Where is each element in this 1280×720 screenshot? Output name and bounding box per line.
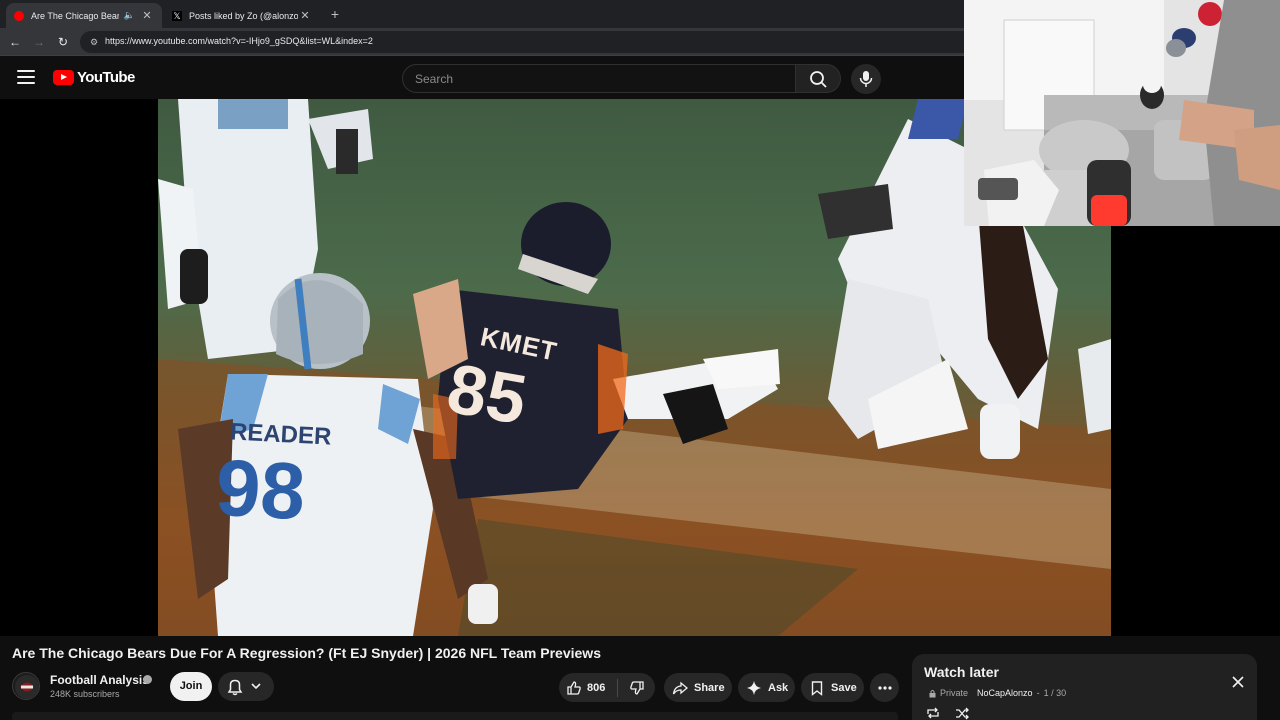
more-horizontal-icon (877, 685, 892, 690)
webcam-overlay (964, 0, 1280, 226)
youtube-header: YouTube Search (0, 57, 964, 99)
logo-text: YouTube (77, 69, 135, 86)
ask-button[interactable]: Ask (738, 673, 795, 702)
thumbs-down-icon (629, 680, 644, 695)
dislike-button[interactable] (618, 680, 655, 696)
watch-later-panel: Watch later Private NoCapAlonzo - 1 / 30 (912, 654, 1257, 720)
menu-icon[interactable] (17, 70, 35, 84)
privacy-label: Private (940, 688, 969, 698)
description-panel-edge[interactable] (12, 712, 898, 720)
youtube-logo[interactable]: YouTube (53, 69, 135, 86)
loop-icon[interactable] (926, 706, 940, 720)
join-button[interactable]: Join (170, 672, 212, 701)
thumbs-up-icon (567, 680, 581, 695)
bookmark-icon (811, 680, 823, 696)
youtube-favicon-icon (14, 10, 24, 21)
like-dislike-group: 806 (559, 673, 655, 702)
site-info-icon[interactable]: ⚙ (88, 36, 100, 48)
jersey-number-98: 98 (213, 442, 308, 537)
video-title: Are The Chicago Bears Due For A Regressi… (12, 645, 601, 661)
playlist-title[interactable]: Watch later (924, 664, 999, 680)
search-icon (810, 71, 827, 88)
ask-label: Ask (768, 681, 789, 694)
shuffle-icon[interactable] (955, 706, 969, 720)
close-tab-icon[interactable]: ✕ (298, 9, 312, 22)
save-label: Save (831, 681, 857, 694)
notification-bell-button[interactable] (218, 672, 274, 701)
microphone-icon (859, 71, 873, 87)
playlist-position: 1 / 30 (1043, 688, 1067, 698)
voice-search-button[interactable] (851, 64, 881, 94)
search-placeholder: Search (415, 72, 454, 86)
subscriber-count: 248K subscribers (50, 689, 120, 699)
share-label: Share (694, 681, 725, 694)
x-favicon-icon: 𝕏 (172, 10, 182, 21)
browser-toolbar: ← → ↻ ⚙ https://www.youtube.com/watch?v=… (0, 28, 964, 56)
close-tab-icon[interactable]: ✕ (140, 9, 154, 22)
address-bar[interactable]: ⚙ https://www.youtube.com/watch?v=-IHjo9… (80, 31, 964, 53)
browser-tab-x[interactable]: 𝕏 Posts liked by Zo (@alonzonemoto) ✕ (164, 3, 320, 28)
playlist-meta: Private NoCapAlonzo - 1 / 30 (928, 688, 1066, 698)
more-actions-button[interactable] (870, 673, 899, 702)
share-button[interactable]: Share (664, 673, 732, 702)
browser-tab-strip: Are The Chicago Bears Due For A Regressi… (0, 0, 964, 28)
tab-title: Posts liked by Zo (@alonzonemoto) (189, 10, 298, 21)
reload-button[interactable]: ↻ (55, 34, 71, 50)
webcam-scene (964, 0, 1280, 226)
save-button[interactable]: Save (801, 673, 864, 702)
like-count: 806 (587, 681, 606, 694)
playlist-owner[interactable]: NoCapAlonzo (977, 688, 1033, 698)
search-input[interactable]: Search (402, 64, 796, 93)
jersey-number-85: 85 (441, 348, 533, 440)
like-button[interactable]: 806 (559, 680, 617, 696)
channel-name[interactable]: Football Analysis (50, 673, 149, 687)
channel-avatar[interactable] (12, 672, 40, 700)
new-tab-button[interactable]: + (326, 5, 344, 23)
close-icon[interactable] (1230, 674, 1246, 690)
youtube-play-icon (53, 70, 74, 85)
verified-badge-icon (143, 675, 152, 684)
bell-icon (227, 679, 261, 696)
share-icon (672, 681, 688, 694)
speaker-icon[interactable]: 🔈 (124, 10, 135, 21)
back-button[interactable]: ← (7, 34, 23, 50)
sparkle-icon (747, 680, 761, 695)
browser-tab-youtube[interactable]: Are The Chicago Bears Due For A Regressi… (6, 3, 162, 28)
forward-button[interactable]: → (31, 34, 47, 50)
url-text[interactable]: https://www.youtube.com/watch?v=-IHjo9_g… (105, 36, 373, 46)
lock-icon (929, 689, 936, 697)
tab-title: Are The Chicago Bears Due For A Regressi… (31, 10, 119, 21)
channel-logo-icon (15, 675, 39, 699)
search-button[interactable] (795, 64, 841, 93)
